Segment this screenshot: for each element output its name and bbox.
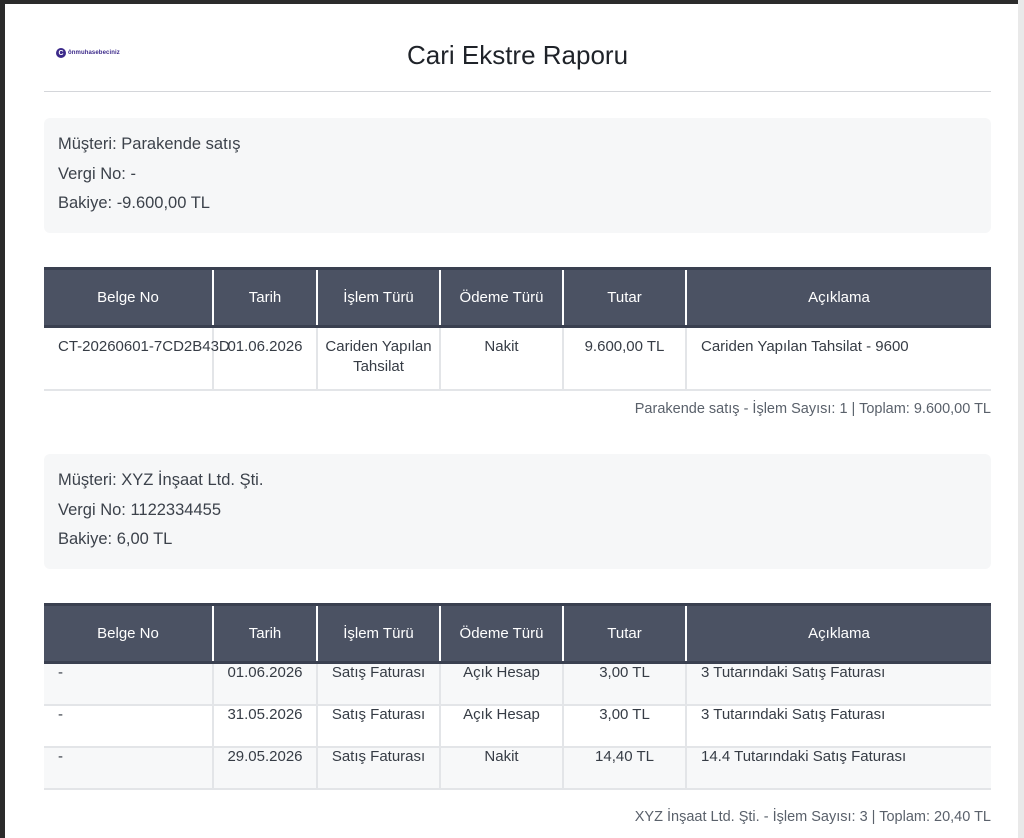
column-header-belge-no: Belge No (44, 603, 213, 664)
cell-odeme-turu: Nakit (439, 326, 563, 391)
customer-balance: Bakiye: -9.600,00 TL (58, 194, 210, 212)
cell-odeme-turu: Nakit (439, 747, 563, 790)
cell-tarih: 29.05.2026 (212, 747, 317, 790)
table-header-row: Belge No Tarih İşlem Türü Ödeme Türü Tut… (44, 603, 991, 664)
table-row: - 29.05.2026 Satış Faturası Nakit 14,40 … (44, 747, 991, 790)
cell-odeme-turu: Açık Hesap (439, 662, 563, 706)
window-frame-top (0, 0, 1024, 4)
cell-belge-no: - (44, 662, 213, 706)
column-header-odeme-turu: Ödeme Türü (439, 267, 563, 328)
cell-odeme-turu: Açık Hesap (439, 705, 563, 748)
customer-tax-no: Vergi No: - (58, 164, 136, 183)
cell-aciklama: 3 Tutarındaki Satış Faturası (685, 705, 991, 748)
column-header-tutar: Tutar (562, 603, 686, 664)
cell-belge-no: - (44, 705, 213, 748)
column-header-islem-turu: İşlem Türü (316, 603, 440, 664)
cell-aciklama: 3 Tutarındaki Satış Faturası (685, 662, 991, 706)
table-row: CT-20260601-7CD2B43D 01.06.2026 Cariden … (44, 326, 991, 391)
table-header-row: Belge No Tarih İşlem Türü Ödeme Türü Tut… (44, 267, 991, 328)
table-row: - 01.06.2026 Satış Faturası Açık Hesap 3… (44, 662, 991, 706)
customer-info-box: Müşteri: XYZ İnşaat Ltd. Şti. Vergi No: … (44, 454, 991, 569)
customer-summary: XYZ İnşaat Ltd. Şti. - İşlem Sayısı: 3 |… (634, 809, 991, 825)
cell-islem-turu: Cariden Yapılan Tahsilat (316, 326, 440, 391)
column-header-islem-turu: İşlem Türü (316, 267, 440, 328)
column-header-tarih: Tarih (212, 603, 317, 664)
cell-tutar: 14,40 TL (562, 747, 686, 790)
report-title: Cari Ekstre Raporu (406, 40, 629, 70)
cell-islem-turu: Satış Faturası (316, 705, 440, 748)
cell-tutar: 9.600,00 TL (562, 326, 686, 391)
customer-summary: Parakende satış - İşlem Sayısı: 1 | Topl… (634, 401, 991, 417)
column-header-tarih: Tarih (212, 267, 317, 328)
cell-islem-turu: Satış Faturası (316, 662, 440, 706)
cell-tarih: 01.06.2026 (212, 326, 317, 391)
cell-tarih: 31.05.2026 (212, 705, 317, 748)
cell-islem-turu: Satış Faturası (316, 747, 440, 790)
column-header-odeme-turu: Ödeme Türü (439, 603, 563, 664)
table-row: - 31.05.2026 Satış Faturası Açık Hesap 3… (44, 705, 991, 748)
column-header-aciklama: Açıklama (685, 267, 991, 328)
cell-tutar: 3,00 TL (562, 705, 686, 748)
cell-belge-no: CT-20260601-7CD2B43D (44, 326, 230, 391)
column-header-belge-no: Belge No (44, 267, 213, 328)
title-divider (44, 91, 991, 92)
statement-table: Belge No Tarih İşlem Türü Ödeme Türü Tut… (44, 267, 991, 391)
customer-name: Müşteri: XYZ İnşaat Ltd. Şti. (58, 471, 264, 489)
statement-table: Belge No Tarih İşlem Türü Ödeme Türü Tut… (44, 603, 991, 790)
cell-tutar: 3,00 TL (562, 662, 686, 706)
customer-balance: Bakiye: 6,00 TL (58, 530, 173, 548)
cell-aciklama: Cariden Yapılan Tahsilat - 9600 (685, 326, 991, 391)
customer-info-box: Müşteri: Parakende satış Vergi No: - Bak… (44, 118, 991, 233)
customer-name: Müşteri: Parakende satış (58, 135, 241, 153)
customer-tax-no: Vergi No: 1122334455 (58, 500, 221, 519)
column-header-tutar: Tutar (562, 267, 686, 328)
window-frame-left (0, 0, 5, 838)
column-header-aciklama: Açıklama (685, 603, 991, 664)
cell-belge-no: - (44, 747, 213, 790)
cell-aciklama: 14.4 Tutarındaki Satış Faturası (685, 747, 991, 790)
cell-tarih: 01.06.2026 (212, 662, 317, 706)
scrollbar-track[interactable] (1018, 0, 1024, 838)
